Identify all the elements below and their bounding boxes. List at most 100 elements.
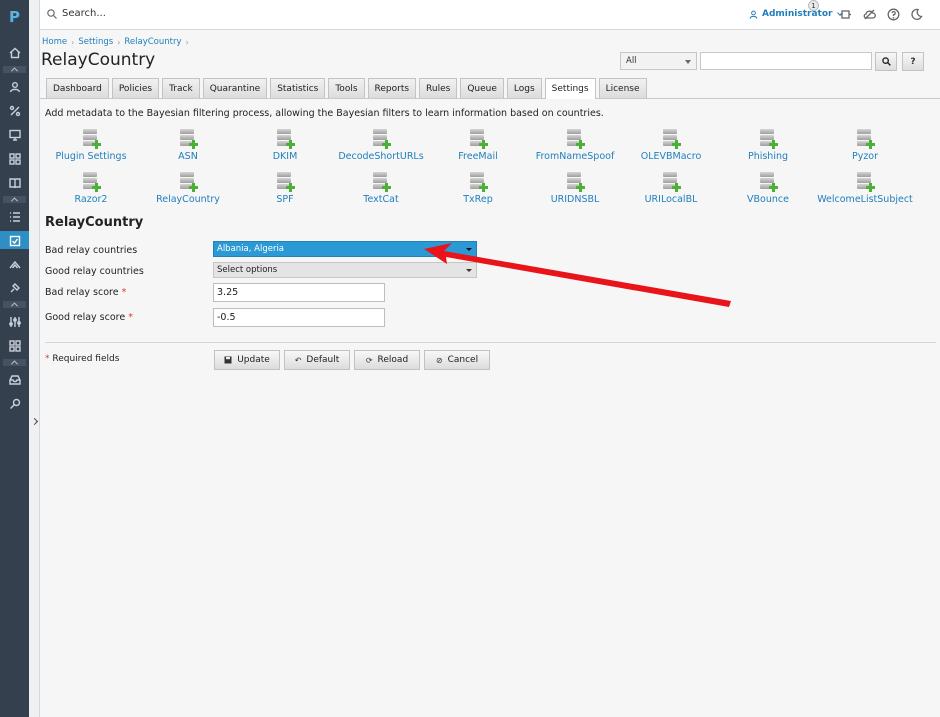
tools-icon[interactable] <box>5 394 24 413</box>
tab-policies[interactable]: Policies <box>111 78 160 98</box>
help-button[interactable]: ? <box>902 52 924 71</box>
good-relay-countries-select[interactable]: Select options <box>213 262 477 278</box>
app-logo[interactable]: P <box>0 0 29 34</box>
filter-search-input[interactable] <box>700 52 872 70</box>
plugin-label[interactable]: Phishing <box>720 151 816 162</box>
plugin-relaycountry[interactable]: RelayCountry <box>140 172 236 205</box>
help-icon[interactable] <box>887 8 900 21</box>
tab-logs[interactable]: Logs <box>506 78 542 98</box>
rail-collapse-toggle-2[interactable] <box>3 196 26 205</box>
plugin-database-icon <box>469 129 488 149</box>
tab-tools[interactable]: Tools <box>328 78 365 98</box>
plugin-label[interactable]: Pyzor <box>817 151 913 162</box>
plugin-freemail[interactable]: FreeMail <box>430 129 526 162</box>
sliders-icon[interactable] <box>5 312 24 331</box>
tab-statistics[interactable]: Statistics <box>270 78 326 98</box>
plugin-urilocalbl[interactable]: URILocalBL <box>623 172 719 205</box>
tab-reports[interactable]: Reports <box>367 78 417 98</box>
plugin-olevbmacro[interactable]: OLEVBMacro <box>623 129 719 162</box>
rail-collapse-toggle-4[interactable] <box>3 359 26 368</box>
mail-filter-icon[interactable] <box>5 231 24 250</box>
plugin-txrep[interactable]: TxRep <box>430 172 526 205</box>
inbox-icon[interactable] <box>5 370 24 389</box>
bad-relay-countries-select[interactable]: Albania, Algeria <box>213 241 477 257</box>
plugin-label[interactable]: TxRep <box>430 194 526 205</box>
plugin-razor2[interactable]: Razor2 <box>43 172 139 205</box>
plugin-label[interactable]: ASN <box>140 151 236 162</box>
plugin-label[interactable]: Razor2 <box>43 194 139 205</box>
monitor-icon[interactable] <box>5 125 24 144</box>
book-icon[interactable] <box>5 173 24 192</box>
tab-license[interactable]: License <box>598 78 647 98</box>
percent-icon[interactable] <box>5 101 24 120</box>
plugin-label[interactable]: FreeMail <box>430 151 526 162</box>
plugin-spf[interactable]: SPF <box>237 172 333 205</box>
tab-quarantine[interactable]: Quarantine <box>202 78 268 98</box>
plugin-asn[interactable]: ASN <box>140 129 236 162</box>
tab-rules[interactable]: Rules <box>419 78 458 98</box>
tab-queue[interactable]: Queue <box>460 78 504 98</box>
bad-relay-score-input[interactable]: 3.25 <box>213 283 385 302</box>
breadcrumb-relaycountry[interactable]: RelayCountry <box>124 37 181 47</box>
apps-icon[interactable] <box>5 149 24 168</box>
plugin-textcat[interactable]: TextCat <box>333 172 429 205</box>
plugin-label[interactable]: RelayCountry <box>140 194 236 205</box>
breadcrumb-separator: › <box>117 37 121 47</box>
plugin-phishing[interactable]: Phishing <box>720 129 816 162</box>
plugin-fromnamespoof[interactable]: FromNameSpoof <box>527 129 623 162</box>
plugin-label[interactable]: URIDNSBL <box>527 194 623 205</box>
plugin-label[interactable]: VBounce <box>720 194 816 205</box>
plugin-dkim[interactable]: DKIM <box>237 129 333 162</box>
breadcrumb-settings[interactable]: Settings <box>78 37 113 47</box>
plugin-uridnsbl[interactable]: URIDNSBL <box>527 172 623 205</box>
filter-search-button[interactable] <box>875 52 897 71</box>
cloud-sync-icon[interactable] <box>863 8 876 21</box>
plugin-label[interactable]: DKIM <box>237 151 333 162</box>
plugin-database-icon <box>662 129 681 149</box>
plugin-database-icon <box>179 172 198 192</box>
network-icon[interactable] <box>5 255 24 274</box>
tab-settings[interactable]: Settings <box>544 78 596 99</box>
plugin-pyzor[interactable]: Pyzor <box>817 129 913 162</box>
dark-mode-icon[interactable] <box>910 8 923 21</box>
bad-relay-score-label: Bad relay score * <box>45 287 126 298</box>
global-search-input[interactable]: Search... <box>62 8 106 19</box>
sidebar-expand-handle[interactable] <box>29 0 40 717</box>
plugin-database-icon <box>276 172 295 192</box>
page-description: Add metadata to the Bayesian filtering p… <box>45 108 604 119</box>
tab-dashboard[interactable]: Dashboard <box>46 78 109 98</box>
list-icon[interactable] <box>5 207 24 226</box>
default-button[interactable]: ↶ Default <box>284 350 350 370</box>
plugin-decodeshorturls[interactable]: DecodeShortURLs <box>333 129 429 162</box>
notifications-icon[interactable] <box>839 8 852 21</box>
update-button[interactable]: Update <box>214 350 280 370</box>
plugin-label[interactable]: SPF <box>237 194 333 205</box>
reload-button[interactable]: ⟳ Reload <box>354 350 420 370</box>
plugin-plugin-settings[interactable]: Plugin Settings <box>43 129 139 162</box>
search-icon[interactable] <box>47 9 57 19</box>
plugin-icon[interactable] <box>5 278 24 297</box>
plugin-welcomelistsubject[interactable]: WelcomeListSubject <box>817 172 913 205</box>
modules-icon[interactable] <box>5 336 24 355</box>
plugin-label[interactable]: URILocalBL <box>623 194 719 205</box>
plugin-vbounce[interactable]: VBounce <box>720 172 816 205</box>
plugin-label[interactable]: WelcomeListSubject <box>817 194 913 205</box>
cancel-button[interactable]: ⊘ Cancel <box>424 350 490 370</box>
good-relay-score-input[interactable]: -0.5 <box>213 308 385 327</box>
tab-track[interactable]: Track <box>162 78 200 98</box>
chevron-right-icon[interactable] <box>30 417 39 426</box>
plugin-label[interactable]: DecodeShortURLs <box>333 151 429 162</box>
filter-scope-select[interactable]: All <box>620 52 697 70</box>
plugin-label[interactable]: OLEVBMacro <box>623 151 719 162</box>
rail-collapse-toggle[interactable] <box>3 66 26 75</box>
plugin-label[interactable]: TextCat <box>333 194 429 205</box>
chevron-down-icon <box>466 248 472 251</box>
rail-collapse-toggle-3[interactable] <box>3 301 26 310</box>
plugin-label[interactable]: Plugin Settings <box>43 151 139 162</box>
plugin-label[interactable]: FromNameSpoof <box>527 151 623 162</box>
user-icon[interactable] <box>5 77 24 96</box>
dashboard-icon[interactable] <box>5 43 24 62</box>
user-menu-label: Administrator <box>762 9 833 19</box>
user-menu[interactable]: Administrator <box>749 9 844 19</box>
breadcrumb-home[interactable]: Home <box>42 37 67 47</box>
